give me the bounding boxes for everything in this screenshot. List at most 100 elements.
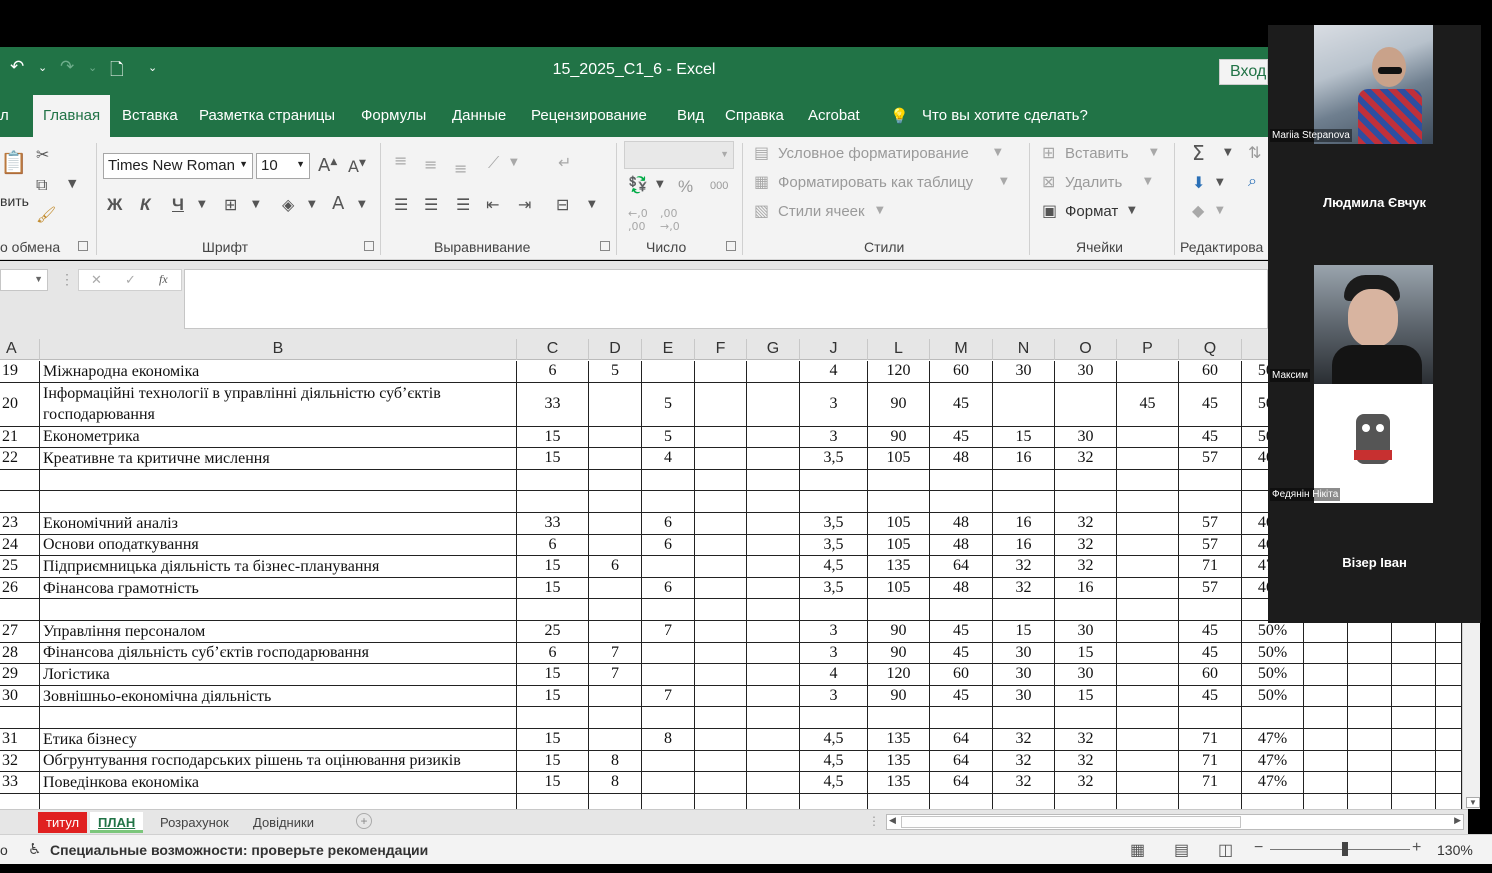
table-cell[interactable] [1117,426,1179,448]
table-cell[interactable]: 5 [589,361,642,382]
table-cell[interactable]: 30 [993,361,1055,382]
table-cell[interactable] [1117,729,1179,750]
sheet-tab-calculation[interactable]: Розрахунок [152,812,237,833]
table-cell[interactable] [642,491,695,512]
normal-view-icon[interactable]: ▦ [1130,840,1145,860]
zoom-slider-thumb[interactable] [1342,842,1348,856]
table-cell[interactable]: 15 [517,426,589,448]
table-cell[interactable]: 71 [1179,556,1242,577]
paste-button[interactable]: вить [0,193,29,209]
table-cell[interactable] [1304,750,1348,772]
table-cell[interactable] [1117,664,1179,685]
table-cell[interactable] [1117,361,1179,382]
column-header[interactable]: C [517,339,589,360]
table-cell[interactable] [1348,707,1392,728]
table-cell[interactable]: 30 [1055,621,1117,642]
sheet-tab-reference[interactable]: Довідники [245,812,322,833]
tab-insert[interactable]: Вставка [122,107,178,124]
row-number[interactable] [0,793,40,809]
table-cell[interactable] [1392,793,1436,809]
table-cell[interactable] [800,491,868,512]
decrease-decimal-icon[interactable]: ,00 →,0 [660,207,680,233]
table-cell[interactable]: 45 [1117,382,1179,426]
table-cell[interactable]: 4,5 [800,772,868,793]
row-number[interactable] [0,707,40,728]
table-cell[interactable] [747,513,800,534]
table-cell[interactable] [642,707,695,728]
table-cell[interactable]: Поведінкова економіка [40,772,517,793]
format-as-table-button[interactable]: Форматировать как таблицу [778,174,973,191]
align-left-icon[interactable]: ☰ [394,195,408,214]
table-cell[interactable] [747,599,800,620]
table-cell[interactable] [1117,556,1179,577]
table-cell[interactable] [40,599,517,620]
table-cell[interactable]: 105 [868,534,930,556]
table-cell[interactable]: 90 [868,642,930,664]
table-cell[interactable]: 135 [868,772,930,793]
table-cell[interactable] [930,491,993,512]
table-cell[interactable]: 30 [993,685,1055,707]
table-cell[interactable]: 4 [800,664,868,685]
clipboard-launcher-icon[interactable] [78,241,88,251]
table-cell[interactable] [642,599,695,620]
fill-icon[interactable]: ⬇ [1192,173,1205,192]
table-cell[interactable] [1117,577,1179,599]
table-cell[interactable]: Управління персоналом [40,621,517,642]
table-cell[interactable]: 8 [589,772,642,793]
table-cell[interactable]: 7 [642,621,695,642]
table-cell[interactable] [589,534,642,556]
column-header[interactable]: O [1055,339,1117,360]
table-cell[interactable] [695,664,747,685]
table-cell[interactable] [1392,664,1436,685]
underline-button[interactable]: Ч [172,195,184,215]
table-cell[interactable]: 16 [993,534,1055,556]
table-cell[interactable]: 32 [993,729,1055,750]
table-cell[interactable] [642,772,695,793]
table-cell[interactable]: 6 [517,534,589,556]
scroll-thumb[interactable] [901,816,1241,828]
table-cell[interactable] [589,577,642,599]
table-cell[interactable] [589,793,642,809]
table-cell[interactable]: 3 [800,685,868,707]
table-cell[interactable]: 15 [517,729,589,750]
scroll-left-icon[interactable]: ◀ [889,815,896,826]
orientation-icon[interactable]: ⟋ [488,153,499,173]
table-cell[interactable]: 32 [1055,556,1117,577]
table-cell[interactable] [589,685,642,707]
table-cell[interactable] [1436,621,1462,642]
table-cell[interactable] [1117,513,1179,534]
table-cell[interactable]: 60 [1179,664,1242,685]
table-cell[interactable] [1392,685,1436,707]
tab-page-layout[interactable]: Разметка страницы [199,107,335,124]
table-cell[interactable]: Зовнішньо-економічна діяльність [40,685,517,707]
table-cell[interactable] [695,448,747,469]
table-cell[interactable] [993,491,1055,512]
table-cell[interactable]: 15 [517,750,589,772]
table-cell[interactable]: 60 [1179,361,1242,382]
decrease-font-icon[interactable]: A▼ [348,157,366,176]
table-cell[interactable]: 120 [868,664,930,685]
table-cell[interactable]: 45 [930,621,993,642]
table-cell[interactable] [1117,793,1179,809]
table-cell[interactable] [695,556,747,577]
table-cell[interactable] [695,491,747,512]
table-cell[interactable] [868,599,930,620]
horizontal-scrollbar[interactable]: ◀ ▶ [886,814,1464,830]
table-cell[interactable] [1348,642,1392,664]
table-cell[interactable] [1179,793,1242,809]
table-cell[interactable] [642,642,695,664]
table-cell[interactable]: 90 [868,426,930,448]
table-cell[interactable] [868,491,930,512]
table-cell[interactable] [1304,685,1348,707]
table-cell[interactable] [40,793,517,809]
table-cell[interactable] [1304,642,1348,664]
table-cell[interactable] [993,599,1055,620]
table-cell[interactable] [1348,772,1392,793]
table-cell[interactable]: 90 [868,685,930,707]
table-cell[interactable] [1304,793,1348,809]
zoom-slider[interactable] [1270,849,1410,850]
row-number[interactable]: 23 [0,513,40,534]
accessibility-status[interactable]: Специальные возможности: проверьте реком… [50,842,428,858]
conditional-formatting-button[interactable]: Условное форматирование [778,145,969,162]
participant-video[interactable] [1314,265,1433,384]
